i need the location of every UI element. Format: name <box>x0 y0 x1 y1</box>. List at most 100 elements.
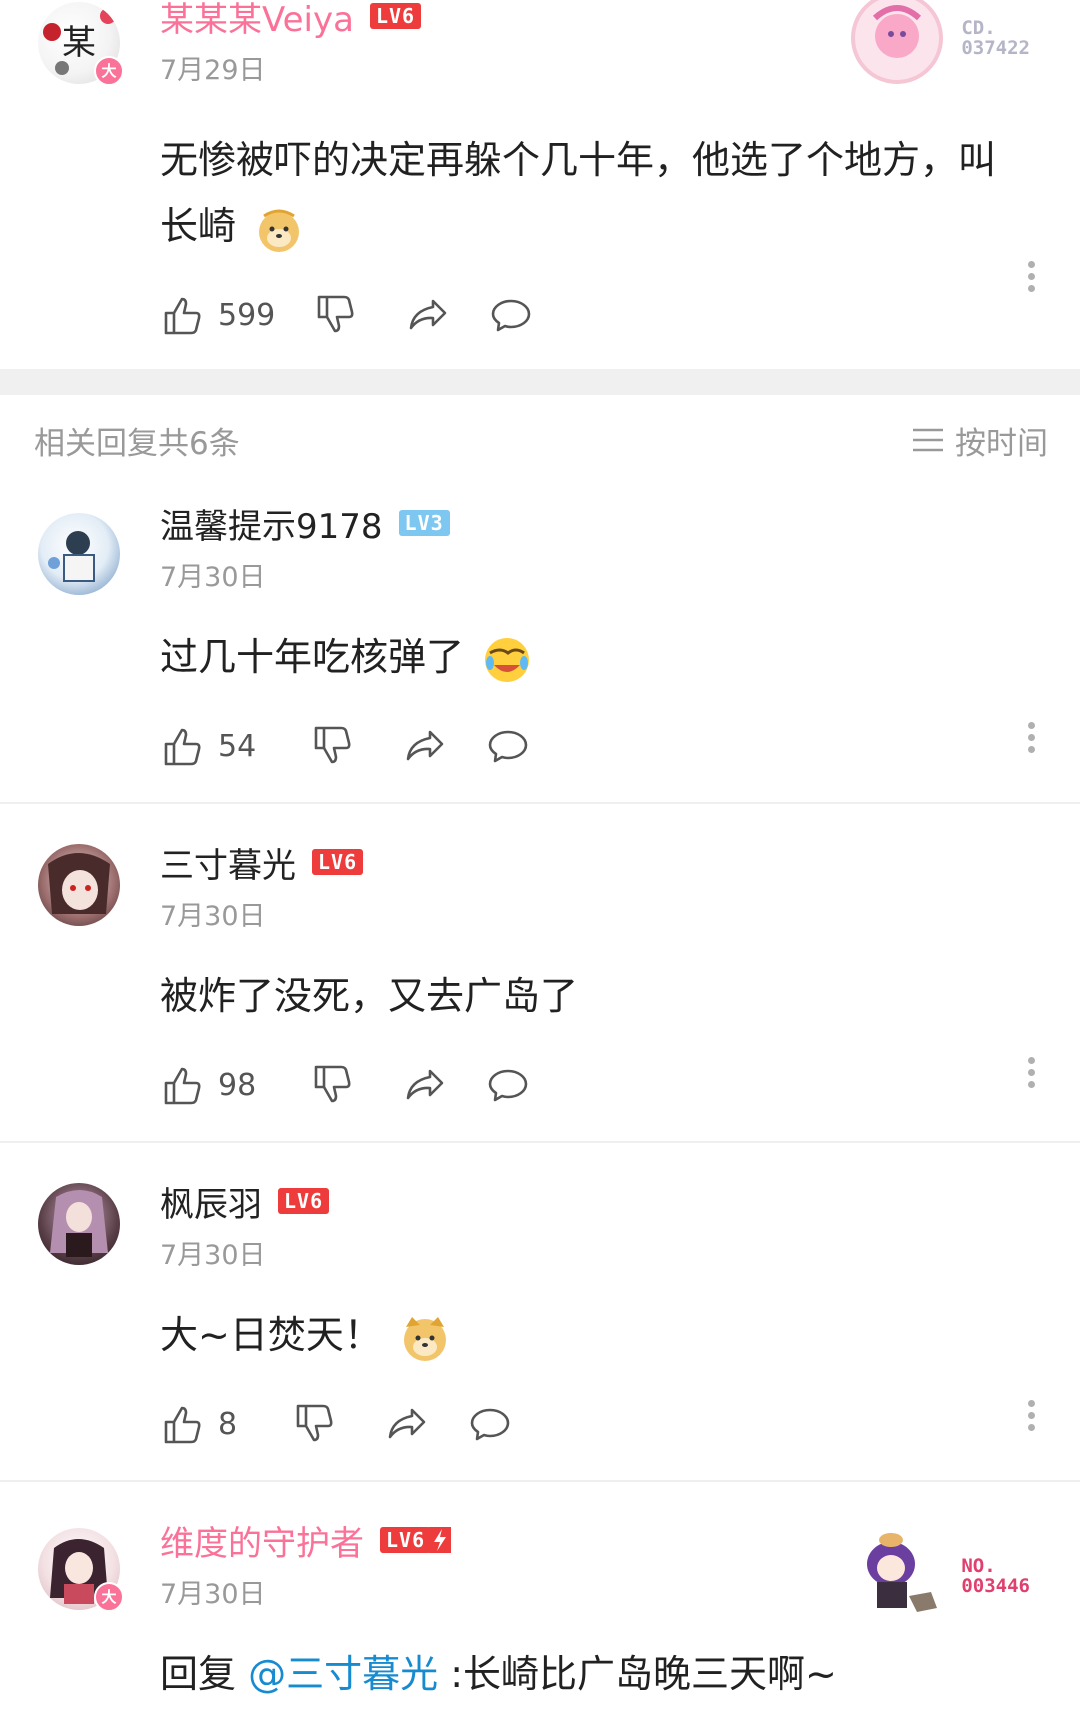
thumbs-up-icon <box>164 1406 201 1444</box>
reply-button[interactable] <box>486 1063 530 1107</box>
level-badge: LV3 <box>398 510 450 536</box>
username[interactable]: 某某某Veiya <box>160 0 354 41</box>
like-button[interactable]: 54 <box>160 724 272 768</box>
reply-button[interactable] <box>468 1402 512 1446</box>
like-button[interactable]: 8 <box>160 1402 254 1446</box>
comment-text: :长崎比广岛晚三天啊~ <box>438 1652 837 1696</box>
avatar-image-icon <box>48 853 110 914</box>
like-count: 599 <box>218 297 276 333</box>
fan-medal-number: 003446 <box>961 1575 1030 1597</box>
comment-text: 被炸了没死，又去广岛了 <box>160 974 579 1018</box>
comment-divider <box>0 1480 1080 1482</box>
avatar-image-icon <box>50 1190 108 1257</box>
sort-button[interactable]: 按时间 <box>911 418 1048 463</box>
doge-emoji-icon <box>259 209 300 252</box>
comment-actions: 599 <box>160 261 1080 345</box>
more-options-button[interactable] <box>1026 717 1036 758</box>
avatar[interactable]: 大 <box>38 1528 124 1612</box>
share-button[interactable] <box>386 1402 430 1446</box>
share-icon <box>409 299 447 330</box>
comment-divider <box>0 802 1080 804</box>
comment-content: 大~日焚天！ <box>160 1302 1080 1368</box>
share-button[interactable] <box>407 293 451 337</box>
comment-date: 7月30日 <box>160 1240 266 1271</box>
fan-medal-prefix: NO. <box>961 1555 996 1577</box>
fan-medal-icon <box>851 0 944 84</box>
avatar[interactable] <box>38 1183 120 1265</box>
level-badge: LV6 <box>312 849 364 875</box>
comment-actions: 8 <box>160 1394 1080 1454</box>
comment-actions: 54 <box>160 716 1080 776</box>
dislike-button[interactable] <box>310 1063 354 1107</box>
more-options-button[interactable] <box>1026 256 1036 297</box>
comment-bubble-icon <box>470 1408 510 1441</box>
more-options-button[interactable] <box>1026 1052 1036 1093</box>
crying-laugh-emoji-icon <box>485 637 530 682</box>
username[interactable]: 三寸暮光 <box>160 838 296 887</box>
avatar-image-icon <box>48 531 95 582</box>
comment-content: 过几十年吃核弹了 <box>160 624 1080 690</box>
level-badge: LV6 <box>380 1527 432 1553</box>
share-icon <box>388 1408 426 1439</box>
thumbs-up-icon <box>164 297 201 335</box>
list-sort-icon <box>913 428 943 452</box>
share-icon <box>406 1069 444 1100</box>
like-button[interactable]: 599 <box>160 293 275 337</box>
share-button[interactable] <box>404 1063 448 1107</box>
thumbs-up-icon <box>164 728 201 766</box>
more-options-button[interactable] <box>1026 1395 1036 1436</box>
dislike-button[interactable] <box>313 293 357 337</box>
reply-comment: 大 维度的守护者 LV6 7月30日 NO. 003446 回复 @三寸暮光 :… <box>0 1518 1080 1707</box>
reply-comment: 枫辰羽 LV6 7月30日 大~日焚天！ 8 <box>0 1179 1080 1454</box>
sort-label: 按时间 <box>955 425 1048 462</box>
share-button[interactable] <box>404 724 448 768</box>
like-count: 8 <box>218 1406 238 1442</box>
user-mention-link[interactable]: @三寸暮光 <box>248 1652 438 1696</box>
comment-date: 7月30日 <box>160 562 266 593</box>
share-icon <box>406 730 444 761</box>
like-count: 54 <box>218 728 257 764</box>
main-comment: 某 大 某某某Veiya LV6 7月29日 CD. 037422 无惨被吓的决… <box>0 0 1080 345</box>
lightning-icon <box>429 1527 452 1553</box>
vip-badge: 大 <box>94 56 124 86</box>
comment-divider <box>0 1141 1080 1143</box>
username[interactable]: 维度的守护者 <box>160 1516 364 1565</box>
replies-header: 相关回复共6条 按时间 <box>0 395 1080 485</box>
reply-button[interactable] <box>486 724 530 768</box>
thumbs-down-icon <box>296 1404 333 1442</box>
username[interactable]: 枫辰羽 <box>160 1177 262 1226</box>
avatar[interactable] <box>38 844 120 926</box>
comment-text: 过几十年吃核弹了 <box>160 635 465 679</box>
fan-medal-number: 037422 <box>961 37 1030 59</box>
reply-button[interactable] <box>489 293 533 337</box>
thumbs-up-icon <box>164 1067 201 1105</box>
comment-content: 被炸了没死，又去广岛了 <box>160 963 1080 1029</box>
fan-medal-prefix: CD. <box>961 17 996 39</box>
thumbs-down-icon <box>314 1065 351 1103</box>
svg-text:某: 某 <box>62 23 96 63</box>
username[interactable]: 温馨提示9178 <box>160 499 383 548</box>
comment-actions: 98 <box>160 1055 1080 1115</box>
reply-comment: 温馨提示9178 LV3 7月30日 过几十年吃核弹了 54 <box>0 501 1080 776</box>
like-button[interactable]: 98 <box>160 1063 272 1107</box>
comment-content: 无惨被吓的决定再躲个几十年，他选了个地方，叫长崎 <box>160 127 1080 259</box>
dislike-button[interactable] <box>310 724 354 768</box>
doge-emoji-icon <box>403 1316 446 1361</box>
comment-bubble-icon <box>491 299 531 332</box>
comment-text: 大~日焚天！ <box>160 1313 382 1357</box>
avatar[interactable]: 某 大 <box>38 2 124 86</box>
fan-medal: NO. 003446 <box>847 1526 1030 1626</box>
reply-comment: 三寸暮光 LV6 7月30日 被炸了没死，又去广岛了 98 <box>0 840 1080 1115</box>
reply-prefix: 回复 <box>160 1652 249 1696</box>
like-count: 98 <box>218 1067 257 1103</box>
avatar[interactable] <box>38 513 120 595</box>
comment-content: 回复 @三寸暮光 :长崎比广岛晚三天啊~ <box>160 1641 1080 1707</box>
dislike-button[interactable] <box>292 1402 336 1446</box>
thumbs-down-icon <box>314 726 351 764</box>
comment-thread-page: 某 大 某某某Veiya LV6 7月29日 CD. 037422 无惨被吓的决… <box>0 0 1080 1704</box>
vip-badge: 大 <box>94 1582 124 1612</box>
reply-count-label: 相关回复共6条 <box>34 425 240 462</box>
comment-bubble-icon <box>488 730 528 763</box>
comment-bubble-icon <box>488 1069 528 1102</box>
fan-medal-icon <box>867 1533 938 1612</box>
